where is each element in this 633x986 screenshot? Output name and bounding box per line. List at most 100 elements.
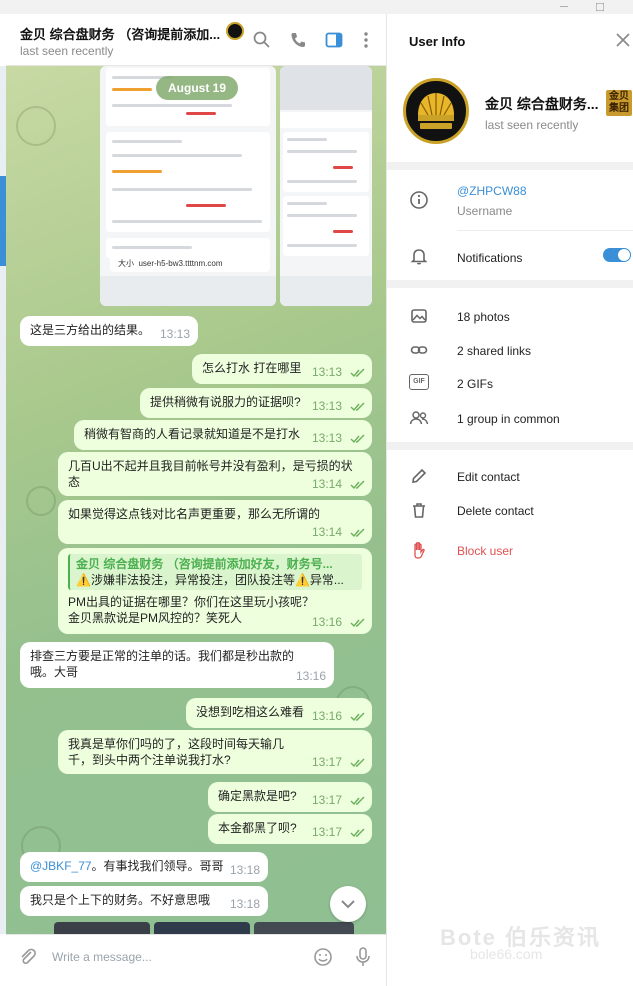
screenshot-tabs [280,112,372,128]
link-icon[interactable] [409,340,429,360]
quote-author: 金贝 综合盘财务 （咨询提前添加好友，财务号... [76,557,333,571]
message-bubble[interactable]: 排查三方要是正常的注单的话。我们都是秒出款的哦。大哥 13:16 [20,642,334,688]
bg-doodle [16,106,56,146]
block-user-button[interactable]: Block user [457,544,513,558]
message-bubble[interactable]: 这是三方给出的结果。 13:13 [20,316,198,346]
gifs-item[interactable]: 2 GIFs [457,377,493,391]
profile-status: last seen recently [485,118,579,132]
toggle-knob [618,249,630,261]
user-mention-link[interactable]: @JBKF_77 [30,859,92,873]
double-check-icon [350,368,365,378]
phone-icon[interactable] [288,30,308,50]
message-time: 13:13 [311,365,342,379]
message-text: 本金都黑了呗? [218,821,297,835]
photo-icon[interactable] [409,306,429,326]
photos-item[interactable]: 18 photos [457,310,510,324]
chat-message-area[interactable]: 大小 user-h5-bw3.ttttnm.com August 19 这是三方… [6,66,386,934]
message-bubble[interactable]: 如果觉得这点钱对比名声更重要，那么无所谓的 13:14 [58,500,372,544]
message-bubble[interactable]: 确定黑款是吧? 13:17 [208,782,372,812]
screenshot-image[interactable] [280,66,372,306]
message-bubble[interactable]: 我只是个上下的财务。不好意思哦 13:18 [20,886,268,916]
message-text: 排查三方要是正常的注单的话。我们都是秒出款的哦。大哥 [30,649,295,679]
notifications-label: Notifications [457,251,523,265]
message-bubble[interactable]: 几百U出不起并且我目前帐号并没有盈利，是亏损的状态 13:14 [58,452,372,496]
maximize-icon[interactable]: ☐ [595,1,605,14]
message-bubble[interactable]: 我真是草你们吗的了，这段时间每天输几千，到头中两个注单说我打水? 13:17 [58,730,372,774]
message-composer[interactable] [6,934,386,978]
emoji-icon[interactable] [313,947,333,967]
message-time: 13:16 [295,669,326,683]
browser-toolbar [100,276,276,306]
gif-icon[interactable]: GIF [409,374,429,390]
message-time: 13:17 [311,755,342,769]
message-bubble[interactable]: 稍微有智商的人看记录就知道是不是打水 13:13 [74,420,372,450]
message-time: 13:14 [311,477,342,491]
block-hand-icon[interactable] [409,540,429,560]
message-bubble[interactable]: @JBKF_77。有事找我们领导。哥哥 13:18 [20,852,268,882]
message-text: 稍微有智商的人看记录就知道是不是打水 [84,427,301,441]
double-check-icon [350,618,365,628]
chat-title: 金贝 综合盘财务 （咨询提前添加... [20,27,220,42]
message-text: 提供稍微有说服力的证据呗? [150,395,301,409]
message-bubble[interactable]: 怎么打水 打在哪里 13:13 [192,354,372,384]
message-text: 。有事找我们领导。哥哥 [91,859,224,873]
shared-links-item[interactable]: 2 shared links [457,344,531,358]
groups-in-common-item[interactable]: 1 group in common [457,412,560,426]
message-bubble[interactable]: 没想到吃相这么难看 13:16 [186,698,372,728]
message-text: 几百U出不起并且我目前帐号并没有盈利，是亏损的状态 [68,459,353,489]
message-time: 13:16 [311,615,342,629]
message-time: 13:13 [311,399,342,413]
minimize-icon[interactable]: ─ [560,1,568,13]
section-divider [387,442,633,450]
message-bubble[interactable]: 金贝 综合盘财务 （咨询提前添加好友，财务号... ⚠️涉嫌非法投注，异常投注，… [58,548,372,634]
url-text: user-h5-bw3.ttttnm.com [138,259,223,268]
screenshot-footer [280,276,372,306]
row-divider [457,230,633,231]
close-icon[interactable] [615,32,631,48]
message-time: 13:18 [229,863,260,877]
scroll-down-button[interactable] [330,886,366,922]
pencil-icon[interactable] [409,466,429,486]
message-bubble[interactable]: 本金都黑了呗? 13:17 [208,814,372,844]
notifications-toggle[interactable] [603,248,631,262]
chat-avatar-mini[interactable] [226,22,244,40]
double-check-icon [350,434,365,444]
double-check-icon [350,828,365,838]
message-time: 13:13 [159,327,190,341]
microphone-icon[interactable] [354,946,372,968]
avatar[interactable] [403,78,469,144]
screenshot-image[interactable]: 大小 user-h5-bw3.ttttnm.com [100,66,276,306]
watermark-url: bole66.com [470,946,543,962]
bg-doodle [26,486,56,516]
message-text: 这是三方给出的结果。 [30,323,151,337]
double-check-icon [350,796,365,806]
attach-paperclip-icon[interactable] [18,947,38,967]
message-bubble[interactable]: 提供稍微有说服力的证据呗? 13:13 [140,388,372,418]
edit-contact-button[interactable]: Edit contact [457,470,520,484]
sidebar-toggle-icon[interactable] [324,30,344,50]
chat-header[interactable]: 金贝 综合盘财务 （咨询提前添加... last seen recently [6,14,386,66]
username-label: Username [457,204,513,218]
delete-contact-button[interactable]: Delete contact [457,504,534,518]
image-thumbnail[interactable] [154,922,250,934]
section-divider [387,162,633,170]
double-check-icon [350,480,365,490]
image-thumbnail[interactable] [254,922,354,934]
section-divider [387,280,633,288]
message-input[interactable] [52,947,302,967]
panel-title: User Info [409,34,466,49]
trash-icon[interactable] [409,500,429,520]
info-icon [410,191,428,209]
double-check-icon [350,712,365,722]
more-vertical-icon[interactable] [356,30,376,50]
quoted-reply[interactable]: 金贝 综合盘财务 （咨询提前添加好友，财务号... ⚠️涉嫌非法投注，异常投注，… [68,554,362,590]
message-text: 如果觉得这点钱对比名声更重要，那么无所谓的 [68,507,321,521]
message-time: 13:17 [311,825,342,839]
username-link[interactable]: @ZHPCW88 [457,184,527,198]
group-icon[interactable] [409,408,429,428]
profile-name: 金贝 综合盘财务... [485,96,599,112]
search-icon[interactable] [252,30,272,50]
message-time: 13:16 [311,709,342,723]
image-thumbnail[interactable] [54,922,150,934]
message-text: 怎么打水 打在哪里 [202,361,302,375]
